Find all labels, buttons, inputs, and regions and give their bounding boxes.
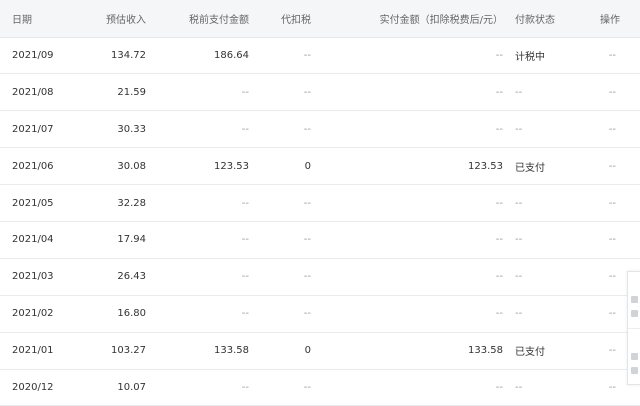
cell-estimated-income: 32.28 — [72, 184, 155, 222]
cell-actual-amount: -- — [320, 73, 505, 112]
table-row: 2021/04 17.94 -- -- -- -- -- — [0, 221, 640, 259]
cell-actual-amount: -- — [320, 184, 505, 222]
cell-action[interactable]: -- — [598, 110, 640, 149]
cell-date: 2021/04 — [0, 221, 72, 259]
table-row: 2021/08 21.59 -- -- -- -- -- — [0, 73, 640, 112]
cell-pretax-paid: -- — [155, 295, 258, 333]
header-payment-status: 付款状态 — [505, 0, 598, 38]
cell-estimated-income: 21.59 — [72, 73, 155, 112]
cell-date: 2021/03 — [0, 258, 72, 296]
cell-date: 2021/08 — [0, 73, 72, 112]
feedback-icon-secondary — [631, 310, 638, 317]
header-date: 日期 — [0, 0, 72, 38]
table-row: 2021/07 30.33 -- -- -- -- -- — [0, 110, 640, 149]
help-icon — [631, 353, 638, 360]
cell-withholding-tax: -- — [258, 73, 320, 112]
table-row: 2021/09 134.72 186.64 -- -- 计税中 -- — [0, 37, 640, 75]
cell-withholding-tax: -- — [258, 295, 320, 333]
header-pretax-paid: 税前支付金额 — [155, 0, 258, 38]
cell-actual-amount: -- — [320, 37, 505, 75]
cell-pretax-paid: -- — [155, 221, 258, 259]
cell-actual-amount: -- — [320, 110, 505, 149]
table-body: 2021/09 134.72 186.64 -- -- 计税中 -- 2021/08 21.59… — [0, 37, 640, 406]
cell-estimated-income: 30.08 — [72, 147, 155, 186]
cell-pretax-paid: 186.64 — [155, 37, 258, 75]
cell-estimated-income: 17.94 — [72, 221, 155, 259]
cell-date: 2021/06 — [0, 147, 72, 186]
cell-payment-status: -- — [505, 73, 598, 112]
cell-pretax-paid: -- — [155, 110, 258, 149]
cell-actual-amount: 133.58 — [320, 332, 505, 370]
cell-withholding-tax: -- — [258, 37, 320, 75]
table-row: 2020/12 10.07 -- -- -- -- -- — [0, 369, 640, 406]
cell-action[interactable]: -- — [598, 147, 640, 186]
table-header: 日期 预估收入 税前支付金额 代扣税 实付金额（扣除税费后/元） 付款状态 操作 — [0, 0, 640, 38]
cell-actual-amount: 123.53 — [320, 147, 505, 186]
cell-payment-status: -- — [505, 221, 598, 259]
table-row: 2021/03 26.43 -- -- -- -- -- — [0, 258, 640, 296]
cell-action[interactable]: -- — [598, 221, 640, 259]
table-row: 2021/05 32.28 -- -- -- -- -- — [0, 184, 640, 222]
cell-estimated-income: 30.33 — [72, 110, 155, 149]
cell-estimated-income: 10.07 — [72, 369, 155, 406]
cell-action[interactable]: -- — [598, 184, 640, 222]
cell-withholding-tax: -- — [258, 110, 320, 149]
header-estimated-income: 预估收入 — [72, 0, 155, 38]
income-settlement-page: 日期 预估收入 税前支付金额 代扣税 实付金额（扣除税费后/元） 付款状态 操作… — [0, 0, 640, 406]
cell-withholding-tax: 0 — [258, 147, 320, 186]
table-row: 2021/06 30.08 123.53 0 123.53 已支付 -- — [0, 147, 640, 186]
cell-date: 2021/01 — [0, 332, 72, 370]
cell-estimated-income: 103.27 — [72, 332, 155, 370]
cell-withholding-tax: -- — [258, 369, 320, 406]
cell-estimated-income: 134.72 — [72, 37, 155, 75]
cell-actual-amount: -- — [320, 295, 505, 333]
table-row: 2021/02 16.80 -- -- -- -- -- — [0, 295, 640, 333]
cell-date: 2021/09 — [0, 37, 72, 75]
cell-date: 2021/05 — [0, 184, 72, 222]
cell-withholding-tax: -- — [258, 221, 320, 259]
cell-pretax-paid: 133.58 — [155, 332, 258, 370]
cell-payment-status: -- — [505, 295, 598, 333]
header-action: 操作 — [598, 0, 640, 38]
cell-action[interactable]: -- — [598, 73, 640, 112]
cell-date: 2021/07 — [0, 110, 72, 149]
cell-pretax-paid: -- — [155, 369, 258, 406]
cell-pretax-paid: 123.53 — [155, 147, 258, 186]
cell-pretax-paid: -- — [155, 73, 258, 112]
header-withholding-tax: 代扣税 — [258, 0, 320, 38]
cell-withholding-tax: 0 — [258, 332, 320, 370]
table-row: 2021/01 103.27 133.58 0 133.58 已支付 -- — [0, 332, 640, 370]
income-table: 日期 预估收入 税前支付金额 代扣税 实付金额（扣除税费后/元） 付款状态 操作… — [0, 0, 640, 406]
cell-payment-status: -- — [505, 369, 598, 406]
side-toolbar-item-bottom[interactable] — [628, 329, 640, 385]
cell-payment-status: -- — [505, 258, 598, 296]
cell-withholding-tax: -- — [258, 258, 320, 296]
cell-estimated-income: 26.43 — [72, 258, 155, 296]
side-toolbar-item-top[interactable] — [628, 272, 640, 329]
floating-side-toolbar[interactable] — [627, 271, 640, 385]
cell-payment-status: 已支付 — [505, 147, 598, 186]
cell-payment-status: -- — [505, 184, 598, 222]
cell-estimated-income: 16.80 — [72, 295, 155, 333]
cell-payment-status: -- — [505, 110, 598, 149]
cell-date: 2021/02 — [0, 295, 72, 333]
cell-actual-amount: -- — [320, 258, 505, 296]
cell-action[interactable]: -- — [598, 37, 640, 75]
header-row: 日期 预估收入 税前支付金额 代扣税 实付金额（扣除税费后/元） 付款状态 操作 — [0, 0, 640, 38]
cell-payment-status: 计税中 — [505, 37, 598, 75]
help-icon-secondary — [631, 367, 638, 374]
header-actual-amount: 实付金额（扣除税费后/元） — [320, 0, 505, 38]
cell-payment-status: 已支付 — [505, 332, 598, 370]
cell-actual-amount: -- — [320, 221, 505, 259]
cell-actual-amount: -- — [320, 369, 505, 406]
cell-pretax-paid: -- — [155, 258, 258, 296]
cell-pretax-paid: -- — [155, 184, 258, 222]
cell-withholding-tax: -- — [258, 184, 320, 222]
feedback-icon — [631, 296, 638, 303]
cell-date: 2020/12 — [0, 369, 72, 406]
